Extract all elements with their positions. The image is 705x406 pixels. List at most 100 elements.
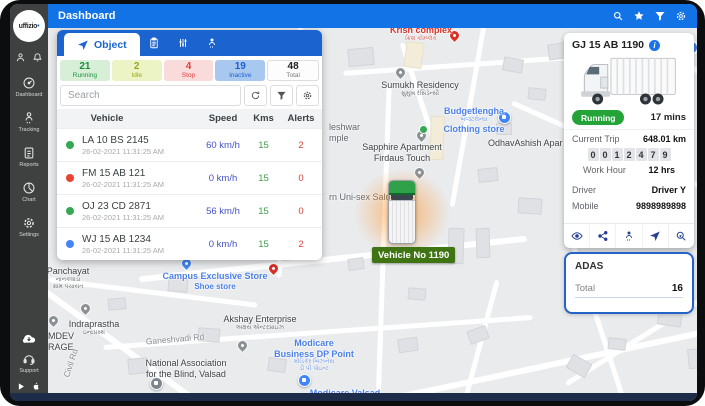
- map-building: [347, 47, 374, 67]
- map-poi-modicare: [298, 374, 311, 387]
- sidebar-item-download[interactable]: [19, 330, 39, 346]
- clipboard-icon: [148, 37, 160, 49]
- reports-icon: [22, 146, 36, 160]
- map-label-sumukh: Sumukh Residency સુમુખ રેસિડેન્સી: [381, 80, 459, 98]
- adas-card[interactable]: ADAS Total 16: [564, 252, 694, 314]
- gear-icon: [302, 90, 313, 101]
- navigate-button[interactable]: [643, 224, 669, 248]
- topbar: Dashboard: [48, 4, 697, 28]
- bell-icon[interactable]: [32, 52, 43, 63]
- settings-icon: [22, 216, 36, 230]
- work-hour-label: Work Hour: [583, 165, 626, 175]
- gear-icon[interactable]: [675, 10, 687, 22]
- map-label-akshay: Akshay Enterprise અક્ષય એન્ટરપ્રાઇઝ: [223, 314, 296, 332]
- sidebar-item-support[interactable]: Support: [19, 352, 38, 374]
- table-row[interactable]: FM 15 AB 121 26-02-2021 11:31:25 AM 0 km…: [57, 161, 322, 194]
- driver-value: Driver Y: [652, 185, 686, 195]
- map-building: [408, 287, 427, 301]
- navigation-arrow-icon: [77, 39, 89, 51]
- map-label-budgetlengha: Budgetlengha બજેટલેન્ઘા Clothing store: [444, 106, 505, 134]
- refresh-icon: [250, 90, 261, 101]
- adas-total-label: Total: [575, 283, 595, 294]
- info-icon[interactable]: i: [649, 40, 660, 51]
- object-tabbar: Object: [57, 30, 322, 56]
- filter-icon[interactable]: [654, 10, 666, 22]
- tab-object[interactable]: Object: [64, 33, 140, 56]
- adas-title: ADAS: [575, 261, 683, 272]
- table-row[interactable]: OJ 23 CD 2871 26-02-2021 11:31:25 AM 56 …: [57, 194, 322, 227]
- chip-total[interactable]: 48 Total: [267, 60, 319, 81]
- playstore-icon[interactable]: [17, 382, 26, 391]
- status-dot: [66, 174, 74, 182]
- chip-inactive[interactable]: 19 Inactive: [215, 60, 265, 81]
- share-button[interactable]: [590, 224, 616, 248]
- tracking-icon: [22, 111, 36, 125]
- driver-label: Driver: [572, 185, 596, 195]
- map-label-indraprastha: Indraprastha ઇન્દ્રપ્રસ્થ: [69, 319, 120, 337]
- vehicle-title: GJ 15 AB 1190: [572, 39, 644, 51]
- device-bottom-strip: [10, 393, 697, 401]
- map-label-mahakaleshwar: leshwar mple: [329, 122, 360, 143]
- apple-icon[interactable]: [32, 382, 41, 391]
- refresh-button[interactable]: [244, 85, 267, 106]
- mobile-label: Mobile: [572, 201, 599, 211]
- person-pin-button[interactable]: [616, 224, 642, 248]
- odometer: 0 0 1 2 4 7 9 Work Hour 12 hrs: [580, 148, 678, 175]
- tab-filters[interactable]: [169, 30, 198, 56]
- map-label-national-assoc: National Association for the Blind, Vals…: [145, 358, 226, 379]
- person-pin-icon: [206, 37, 218, 49]
- table-row[interactable]: LA 10 BS 2145 26-02-2021 11:31:25 AM 60 …: [57, 128, 322, 161]
- chip-idle[interactable]: 2 Idle: [112, 60, 162, 81]
- tab-person-pin[interactable]: [198, 30, 227, 56]
- map-building: [517, 197, 542, 215]
- adas-total-value: 16: [672, 283, 683, 294]
- sidebar: uffizio Dashboard Tracking Reports Chart: [10, 4, 48, 401]
- cloud-download-icon: [19, 330, 39, 346]
- work-hour-value: 12 hrs: [648, 165, 675, 175]
- search-icon[interactable]: [612, 10, 624, 22]
- user-icon[interactable]: [15, 52, 26, 63]
- chip-running[interactable]: 21 Running: [60, 60, 110, 81]
- vehicle-number-badge[interactable]: Vehicle No 1190: [372, 247, 455, 263]
- tab-checklist[interactable]: [140, 30, 169, 56]
- person-pin-icon: [623, 230, 635, 242]
- detail-actions: [564, 223, 694, 248]
- map-building: [397, 337, 419, 354]
- map-building: [466, 325, 490, 345]
- sliders-icon: [177, 37, 189, 49]
- sidebar-item-settings[interactable]: Settings: [19, 216, 39, 238]
- list-settings-button[interactable]: [296, 85, 319, 106]
- map-label-krish: Krish complex ક્રિશ કોમ્પ્લેક: [390, 28, 452, 43]
- sidebar-item-tracking[interactable]: Tracking: [19, 111, 40, 133]
- table-header: Vehicle Speed Kms Alerts: [57, 109, 322, 128]
- search-input[interactable]: [60, 85, 241, 106]
- status-dot: [66, 207, 74, 215]
- star-icon[interactable]: [633, 10, 645, 22]
- sidebar-item-dashboard[interactable]: Dashboard: [16, 76, 43, 98]
- status-chips: 21 Running 2 Idle 4 Stop 19 Inactive 48: [57, 56, 322, 84]
- vehicle-marker[interactable]: [388, 180, 416, 244]
- status-dot: [66, 141, 74, 149]
- map-label-odhav: OdhavAshish Apar: [488, 138, 563, 149]
- uffizio-logo: uffizio: [13, 10, 45, 42]
- map-building: [502, 56, 524, 73]
- sidebar-item-reports[interactable]: Reports: [19, 146, 38, 168]
- filter-button[interactable]: [270, 85, 293, 106]
- headset-icon: [22, 352, 36, 366]
- map-pin-akshay: [236, 339, 249, 352]
- sidebar-item-chart[interactable]: Chart: [22, 181, 36, 203]
- object-list-panel: Object 21 Running 2 Id: [57, 30, 322, 260]
- eye-icon: [571, 230, 583, 242]
- table-row[interactable]: WJ 15 AB 1234 26-02-2021 11:31:25 AM 0 k…: [57, 227, 322, 260]
- map-label-panchayat: Panchayat નાનકવાડા ગ્રામ પંચાયત: [48, 266, 89, 291]
- status-dot: [66, 240, 74, 248]
- share-icon: [597, 230, 609, 242]
- funnel-icon: [276, 90, 287, 101]
- app-screen: Krish complex ક્રિશ કોમ્પ્લેક Sumukh Res…: [10, 4, 697, 401]
- chip-stop[interactable]: 4 Stop: [164, 60, 214, 81]
- map-pin-garage: [48, 314, 60, 327]
- mobile-value: 9898989898: [636, 201, 686, 211]
- page-title: Dashboard: [58, 10, 115, 22]
- locate-search-button[interactable]: [669, 224, 694, 248]
- view-button[interactable]: [564, 224, 590, 248]
